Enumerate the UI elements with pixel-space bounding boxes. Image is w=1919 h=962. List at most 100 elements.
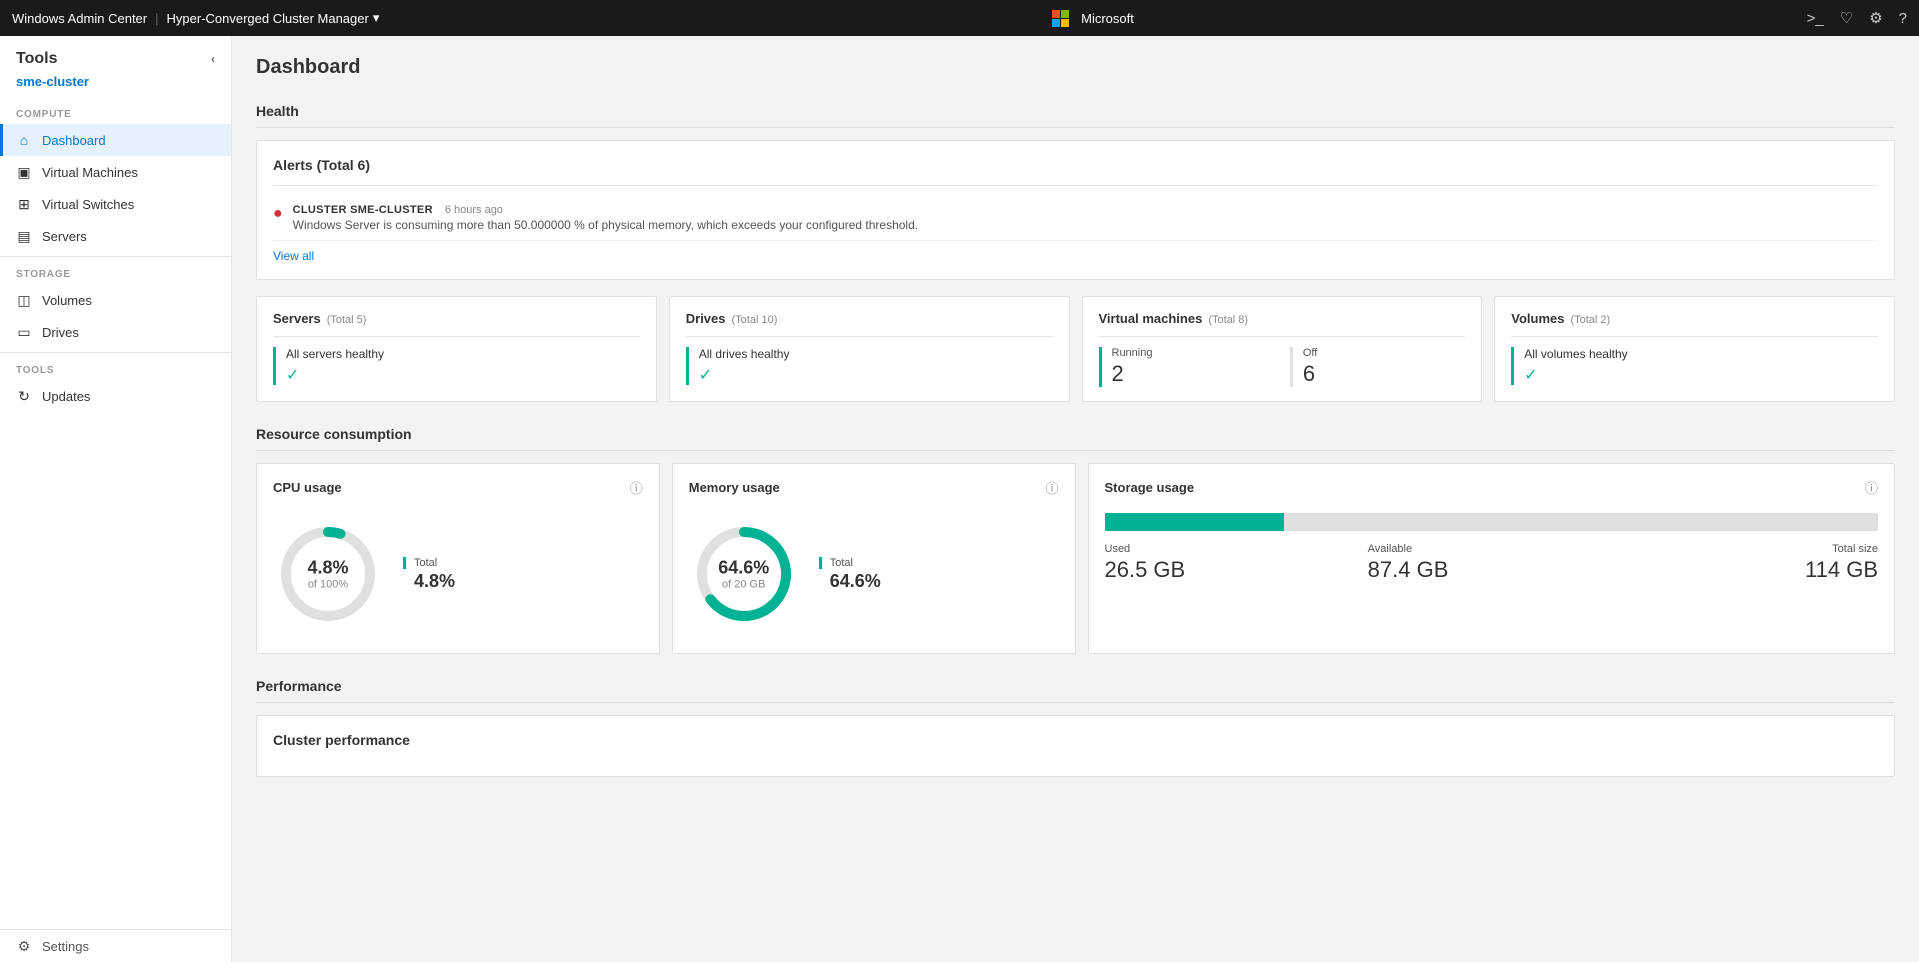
view-all-link[interactable]: View all [273,249,314,263]
servers-card-subtitle: (Total 5) [327,314,367,326]
sidebar-section-tools: TOOLS [0,357,231,380]
cpu-card-title: CPU usage [273,480,342,495]
drives-status-text: All drives healthy [699,347,1053,361]
cpu-info-icon[interactable]: ⓘ [630,478,643,497]
settings-icon: ⚙ [16,938,32,954]
servers-status-text: All servers healthy [286,347,640,361]
cluster-perf-title: Cluster performance [273,732,1878,748]
sidebar-collapse-button[interactable]: ‹ [211,52,215,66]
volumes-card-title: Volumes (Total 2) [1511,311,1878,326]
sidebar-item-label-vms: Virtual Machines [42,165,138,180]
app-name: Windows Admin Center [12,11,147,26]
storage-used-label: Used [1105,543,1352,555]
sidebar: Tools ‹ sme-cluster COMPUTE ⌂ Dashboard … [0,36,232,962]
storage-used-stat: Used 26.5 GB [1105,543,1352,583]
storage-total-value: 114 GB [1631,557,1878,583]
bell-icon[interactable]: ♡ [1840,9,1853,27]
topbar-center: Microsoft [1052,10,1134,27]
memory-legend-value: 64.6% [819,571,881,592]
alert-source: CLUSTER SME-CLUSTER [293,204,433,216]
vm-running-stat: Running 2 [1099,347,1274,387]
cpu-donut-container: 4.8% of 100% Total 4.8% [273,509,643,639]
sidebar-item-dashboard[interactable]: ⌂ Dashboard [0,124,231,156]
volumes-status-text: All volumes healthy [1524,347,1878,361]
microsoft-brand: Microsoft [1081,11,1134,26]
cpu-card: CPU usage ⓘ 4.8% of 100% [256,463,660,654]
volumes-check-icon: ✓ [1524,367,1537,384]
drives-check-icon: ✓ [699,367,712,384]
volumes-health-card: Volumes (Total 2) All volumes healthy ✓ [1494,296,1895,402]
memory-legend-label: Total [819,557,881,569]
sidebar-item-servers[interactable]: ▤ Servers [0,220,231,252]
memory-donut: 64.6% of 20 GB [689,519,799,629]
sidebar-item-virtual-switches[interactable]: ⊞ Virtual Switches [0,188,231,220]
topbar: Windows Admin Center | Hyper-Converged C… [0,0,1919,36]
sidebar-section-storage: STORAGE [0,261,231,284]
cpu-donut-value: 4.8% [307,558,348,579]
storage-bar-wrap [1105,513,1879,531]
servers-check-icon: ✓ [286,367,299,384]
topbar-left: Windows Admin Center | Hyper-Converged C… [12,10,379,26]
sidebar-item-label-updates: Updates [42,389,90,404]
performance-section-header: Performance [256,670,1895,703]
gear-icon[interactable]: ⚙ [1869,9,1882,27]
memory-legend: Total 64.6% [819,557,881,592]
sidebar-cluster-name: sme-cluster [0,74,231,101]
resource-section-header: Resource consumption [256,418,1895,451]
sidebar-item-drives[interactable]: ▭ Drives [0,316,231,348]
drives-card-title: Drives (Total 10) [686,311,1053,326]
vms-card-title: Virtual machines (Total 8) [1099,311,1466,326]
cpu-legend: Total 4.8% [403,557,455,592]
home-icon: ⌂ [16,132,32,148]
cpu-donut-sub: of 100% [307,579,348,591]
servers-card-title: Servers (Total 5) [273,311,640,326]
sidebar-item-label-servers: Servers [42,229,87,244]
memory-donut-value: 64.6% [718,558,769,579]
server-icon: ▤ [16,228,32,244]
memory-donut-container: 64.6% of 20 GB Total 64.6% [689,509,1059,639]
vm-stats: Running 2 Off 6 [1099,347,1466,387]
volumes-status: All volumes healthy ✓ [1511,347,1878,385]
cpu-donut: 4.8% of 100% [273,519,383,629]
chevron-down-icon: ▾ [373,10,380,26]
storage-card-title: Storage usage [1105,480,1195,495]
sidebar-item-settings[interactable]: ⚙ Settings [0,930,231,962]
sidebar-section-compute: COMPUTE [0,101,231,124]
alert-error-icon: ● [273,205,283,223]
storage-available-stat: Available 87.4 GB [1368,543,1615,583]
cpu-donut-center: 4.8% of 100% [307,558,348,591]
terminal-icon[interactable]: >_ [1807,10,1824,27]
sidebar-item-virtual-machines[interactable]: ▣ Virtual Machines [0,156,231,188]
cpu-card-header: CPU usage ⓘ [273,478,643,497]
vm-off-stat: Off 6 [1290,347,1465,387]
topbar-separator: | [155,11,158,26]
update-icon: ↻ [16,388,32,404]
sidebar-item-updates[interactable]: ↻ Updates [0,380,231,412]
cluster-manager-label[interactable]: Hyper-Converged Cluster Manager ▾ [167,10,380,26]
app-layout: Tools ‹ sme-cluster COMPUTE ⌂ Dashboard … [0,0,1919,962]
storage-total-label: Total size [1631,543,1878,555]
alert-time: 6 hours ago [445,204,503,216]
sidebar-item-label-switches: Virtual Switches [42,197,134,212]
health-section-header: Health [256,95,1895,128]
alerts-card: Alerts (Total 6) ● CLUSTER SME-CLUSTER 6… [256,140,1895,280]
cluster-performance-card: Cluster performance [256,715,1895,777]
memory-card: Memory usage ⓘ 64.6% of 20 GB [672,463,1076,654]
sidebar-title-row: Tools ‹ [0,36,231,74]
cpu-legend-label: Total [403,557,455,569]
alert-message: Windows Server is consuming more than 50… [293,218,1878,232]
sidebar-item-volumes[interactable]: ◫ Volumes [0,284,231,316]
sidebar-item-label-settings: Settings [42,939,89,954]
memory-card-title: Memory usage [689,480,780,495]
volumes-card-subtitle: (Total 2) [1570,314,1610,326]
storage-info-icon[interactable]: ⓘ [1865,478,1878,497]
storage-card: Storage usage ⓘ Used 26.5 GB Available [1088,463,1896,654]
storage-bar-background [1105,513,1879,531]
help-icon[interactable]: ? [1899,10,1907,27]
storage-bar-fill [1105,513,1284,531]
alert-content: CLUSTER SME-CLUSTER 6 hours ago Windows … [293,204,1878,232]
servers-health-card: Servers (Total 5) All servers healthy ✓ [256,296,657,402]
memory-donut-center: 64.6% of 20 GB [718,558,769,591]
vm-off-value: 6 [1303,361,1465,387]
memory-info-icon[interactable]: ⓘ [1045,478,1058,497]
